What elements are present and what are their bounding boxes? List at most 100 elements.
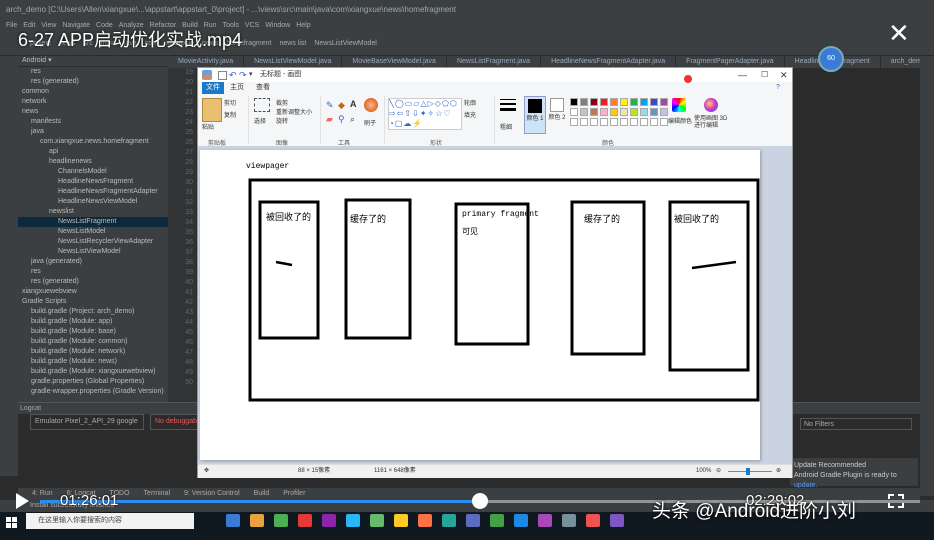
pencil-icon[interactable]: ✎ [326,100,334,111]
tree-item[interactable]: api [18,147,168,157]
palette-swatch-empty[interactable] [580,118,588,126]
palette-swatch-empty[interactable] [610,118,618,126]
taskbar-app-icon[interactable] [226,514,240,527]
bottom-tab[interactable]: 4: Run [32,490,53,497]
select-icon[interactable] [254,98,270,112]
palette-swatch-empty[interactable] [650,118,658,126]
tree-item[interactable]: res [18,67,168,77]
taskbar-app-icon[interactable] [514,514,528,527]
taskbar-app-icon[interactable] [538,514,552,527]
drawing-canvas[interactable]: viewpager 被回收了的 缓存了的 primary fragment 可见… [200,150,760,460]
tree-item[interactable]: build.gradle (Module: news) [18,357,168,367]
menu-item[interactable]: VCS [245,22,259,29]
tree-item[interactable]: java [18,127,168,137]
tree-item[interactable]: news [18,107,168,117]
tree-item[interactable]: res [18,267,168,277]
paint3d-icon[interactable] [704,98,718,112]
select-button[interactable]: 选择 [254,116,266,125]
tree-item[interactable]: HeadlineNewsFragmentAdapter [18,187,168,197]
undo-icon[interactable]: ↶ [229,68,237,82]
palette-swatch[interactable] [660,108,668,116]
rotate-button[interactable]: 旋转 [276,116,288,125]
tree-item[interactable]: NewsListViewModel [18,247,168,257]
cut-button[interactable]: 剪切 [224,98,236,107]
color-picker-icon[interactable]: ⚲ [338,114,345,125]
tree-item[interactable]: Gradle Scripts [18,297,168,307]
taskbar-app-icon[interactable] [370,514,384,527]
palette-swatch[interactable] [610,98,618,106]
taskbar-search-input[interactable]: 在这里输入你要搜索的内容 [26,513,194,529]
taskbar-app-icon[interactable] [418,514,432,527]
palette-swatch[interactable] [590,98,598,106]
bottom-tab[interactable]: 9: Version Control [184,490,240,497]
eraser-icon[interactable]: ▰ [326,114,333,125]
tree-item[interactable]: network [18,97,168,107]
tree-item[interactable]: NewsListRecyclerViewAdapter [18,237,168,247]
palette-swatch[interactable] [580,98,588,106]
tree-item[interactable]: NewsListFragment [18,217,168,227]
copy-button[interactable]: 复制 [224,110,236,119]
close-window-icon[interactable]: ✕ [780,68,788,82]
edit-colors-icon[interactable] [672,98,686,112]
color1-selector[interactable]: 颜色 1 [524,96,546,134]
logcat-filter-dropdown[interactable]: No Filters [800,418,912,430]
zoom-in-icon[interactable]: ⊕ [776,465,781,478]
palette-swatch[interactable] [650,98,658,106]
minimize-icon[interactable]: — [738,68,747,82]
palette-swatch-empty[interactable] [600,118,608,126]
palette-swatch-empty[interactable] [660,118,668,126]
taskbar-app-icon[interactable] [586,514,600,527]
tree-item[interactable]: ChannelsModel [18,167,168,177]
video-progress-handle[interactable] [472,493,488,509]
line-size-icon[interactable] [500,98,516,114]
tree-item[interactable]: gradle.properties (Global Properties) [18,377,168,387]
taskbar-app-icon[interactable] [394,514,408,527]
palette-swatch[interactable] [580,108,588,116]
menu-item[interactable]: File [6,22,17,29]
bottom-tab[interactable]: Build [254,490,270,497]
paste-button[interactable]: 粘贴 [202,122,214,131]
help-icon[interactable]: ? [776,82,780,94]
tree-item[interactable]: com.xiangxue.news.homefragment [18,137,168,147]
taskbar-app-icon[interactable] [442,514,456,527]
redo-icon[interactable]: ↷ [239,68,247,82]
palette-swatch[interactable] [650,108,658,116]
shapes-gallery[interactable]: ╲◯▭▱△▷◇⬠⬡ ⇨⇦⇧⇩✦✧☆♡ ◔▢☁⚡ [388,98,462,130]
tab-view[interactable]: 查看 [256,82,270,94]
palette-swatch[interactable] [620,108,628,116]
paint3d-button[interactable]: 使用画图 3D 进行编辑 [694,116,728,130]
taskbar-app-icon[interactable] [322,514,336,527]
palette-swatch[interactable] [630,98,638,106]
palette-swatch[interactable] [640,98,648,106]
text-tool-icon[interactable]: A [350,99,357,109]
taskbar-app-icon[interactable] [466,514,480,527]
crop-button[interactable]: 裁剪 [276,98,288,107]
zoom-slider-thumb[interactable] [746,468,750,475]
tab-file[interactable]: 文件 [202,82,224,94]
taskbar-app-icon[interactable] [274,514,288,527]
tree-item[interactable]: build.gradle (Module: app) [18,317,168,327]
taskbar-app-icon[interactable] [562,514,576,527]
quick-access-dropdown-icon[interactable]: ▾ [249,68,253,82]
palette-swatch[interactable] [610,108,618,116]
tree-item[interactable]: headlinenews [18,157,168,167]
tree-item[interactable]: build.gradle (Project: arch_demo) [18,307,168,317]
taskbar-app-icon[interactable] [298,514,312,527]
tree-item[interactable]: gradle-wrapper.properties (Gradle Versio… [18,387,168,397]
breadcrumb-item[interactable]: NewsListViewModel [314,40,377,47]
palette-swatch[interactable] [600,98,608,106]
tab-home[interactable]: 主页 [230,82,244,94]
editor-tab[interactable]: arch_demo [881,56,920,68]
zoom-out-icon[interactable]: ⊖ [716,465,721,478]
bottom-tab[interactable]: Profiler [283,490,305,497]
windows-start-icon[interactable] [6,516,18,528]
tree-item[interactable]: build.gradle (Module: common) [18,337,168,347]
magnifier-icon[interactable]: ⌕ [350,114,355,125]
tree-item[interactable]: xiangxuewebview [18,287,168,297]
resize-button[interactable]: 重新调整大小 [276,107,312,116]
fill-bucket-icon[interactable]: ◆ [338,100,345,111]
tree-item[interactable]: build.gradle (Module: base) [18,327,168,337]
palette-swatch[interactable] [570,98,578,106]
palette-swatch[interactable] [640,108,648,116]
clipboard-paste-icon[interactable] [202,98,222,122]
